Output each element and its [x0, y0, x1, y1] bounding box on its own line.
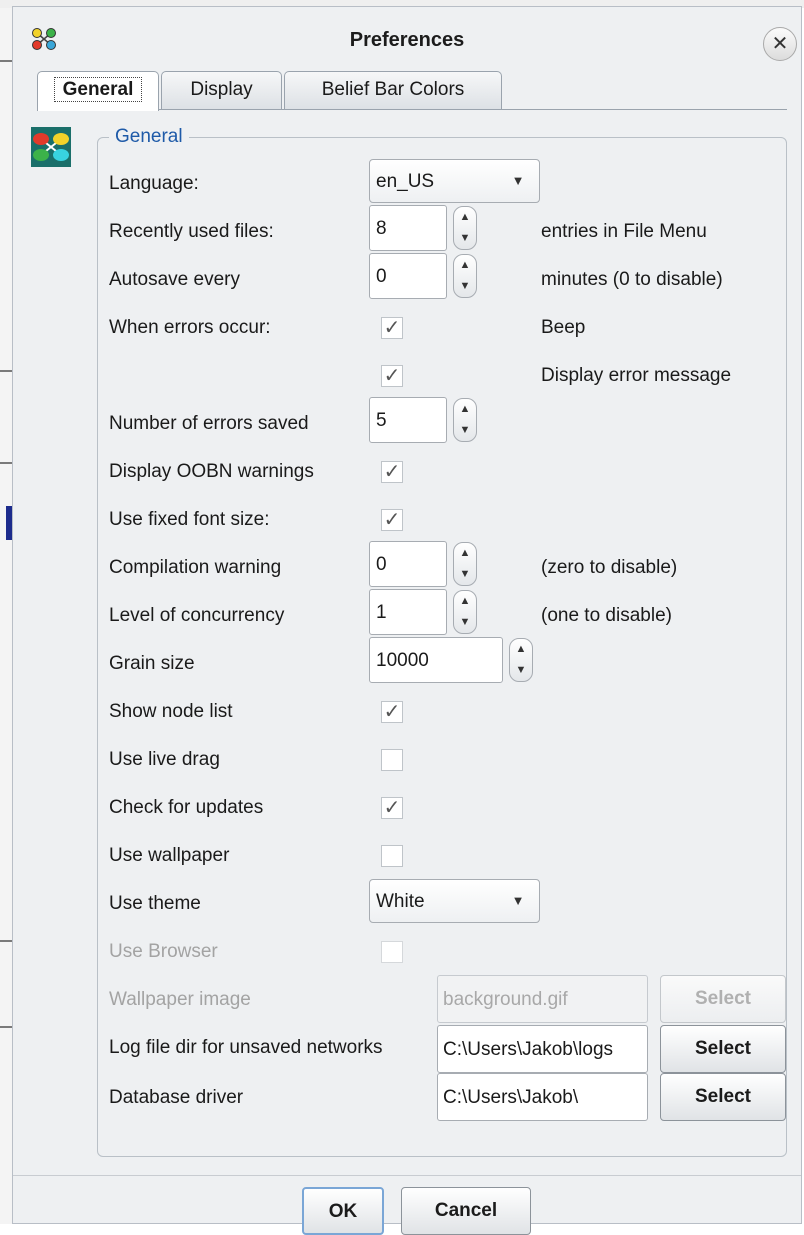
footer-divider: [13, 1175, 801, 1176]
chevron-down-icon: ▼: [511, 173, 525, 188]
recent-files-note: entries in File Menu: [541, 221, 707, 242]
errors-label: When errors occur:: [109, 317, 271, 338]
concurrency-note: (one to disable): [541, 605, 672, 626]
preferences-dialog: Preferences ✕ General Display Belief Bar…: [12, 6, 802, 1235]
spin-down-icon[interactable]: ▼: [454, 612, 476, 633]
checkmark-icon: ✓: [383, 365, 401, 387]
log-dir-field[interactable]: C:\Users\Jakob\logs: [437, 1025, 648, 1073]
spin-up-icon[interactable]: ▲: [454, 207, 476, 228]
spin-up-icon[interactable]: ▲: [454, 591, 476, 612]
spin-down-icon[interactable]: ▼: [454, 564, 476, 585]
concurrency-label: Level of concurrency: [109, 605, 285, 626]
tab-general[interactable]: General: [37, 71, 159, 111]
num-errors-input[interactable]: 5: [369, 397, 447, 443]
display-error-checkbox[interactable]: ✓: [381, 365, 403, 387]
node-list-checkbox[interactable]: ✓: [381, 701, 403, 723]
dialog-title: Preferences: [349, 29, 465, 51]
wallpaper-select-button[interactable]: Select: [660, 975, 786, 1023]
grain-size-spinner[interactable]: ▲ ▼: [509, 638, 533, 682]
spin-down-icon[interactable]: ▼: [454, 276, 476, 297]
checkmark-icon: ✓: [383, 509, 401, 531]
oobn-checkbox[interactable]: ✓: [381, 461, 403, 483]
close-icon: ✕: [771, 33, 789, 55]
language-label: Language:: [109, 173, 199, 194]
theme-label: Use theme: [109, 893, 201, 914]
log-dir-select-button[interactable]: Select: [660, 1025, 786, 1073]
live-drag-checkbox[interactable]: [381, 749, 403, 771]
wallpaper-image-field[interactable]: background.gif: [437, 975, 648, 1023]
db-driver-select-button[interactable]: Select: [660, 1073, 786, 1121]
checkmark-icon: ✓: [383, 317, 401, 339]
browser-label: Use Browser: [109, 941, 218, 962]
num-errors-label: Number of errors saved: [109, 413, 309, 434]
theme-select[interactable]: White ▼: [369, 879, 540, 923]
background-divider: [0, 370, 12, 372]
background-divider: [0, 940, 12, 942]
background-divider: [0, 60, 12, 62]
group-title: General: [109, 126, 189, 148]
updates-checkbox[interactable]: ✓: [381, 797, 403, 819]
autosave-label: Autosave every: [109, 269, 240, 290]
fixed-font-label: Use fixed font size:: [109, 509, 270, 530]
checkmark-icon: ✓: [383, 701, 401, 723]
wallpaper-label: Use wallpaper: [109, 845, 230, 866]
language-value: en_US: [376, 171, 435, 192]
spin-down-icon[interactable]: ▼: [510, 660, 532, 681]
background-divider: [0, 1026, 12, 1028]
title-bar[interactable]: Preferences ✕: [13, 7, 801, 65]
num-errors-spinner[interactable]: ▲ ▼: [453, 398, 477, 442]
browser-checkbox[interactable]: [381, 941, 403, 963]
wallpaper-checkbox[interactable]: [381, 845, 403, 867]
log-dir-label: Log file dir for unsaved networks: [109, 1037, 383, 1058]
autosave-spinner[interactable]: ▲ ▼: [453, 254, 477, 298]
spin-up-icon[interactable]: ▲: [454, 543, 476, 564]
tab-belief-bar-colors[interactable]: Belief Bar Colors: [284, 71, 502, 109]
display-error-label: Display error message: [541, 365, 732, 386]
compilation-input[interactable]: 0: [369, 541, 447, 587]
beep-label: Beep: [541, 317, 586, 338]
concurrency-spinner[interactable]: ▲ ▼: [453, 590, 477, 634]
updates-label: Check for updates: [109, 797, 264, 818]
oobn-label: Display OOBN warnings: [109, 461, 314, 482]
theme-value: White: [376, 891, 425, 912]
compilation-spinner[interactable]: ▲ ▼: [453, 542, 477, 586]
ok-button[interactable]: OK: [302, 1187, 384, 1235]
background-app-edge: [0, 0, 12, 1224]
compilation-label: Compilation warning: [109, 557, 282, 578]
live-drag-label: Use live drag: [109, 749, 220, 770]
spin-down-icon[interactable]: ▼: [454, 228, 476, 249]
spin-down-icon[interactable]: ▼: [454, 420, 476, 441]
checkmark-icon: ✓: [383, 797, 401, 819]
checkmark-icon: ✓: [383, 461, 401, 483]
recent-files-label: Recently used files:: [109, 221, 274, 242]
fixed-font-checkbox[interactable]: ✓: [381, 509, 403, 531]
network-nodes-icon: [31, 127, 71, 167]
recent-files-spinner[interactable]: ▲ ▼: [453, 206, 477, 250]
db-driver-label: Database driver: [109, 1087, 244, 1108]
wallpaper-image-label: Wallpaper image: [109, 989, 251, 1010]
autosave-input[interactable]: 0: [369, 253, 447, 299]
background-divider: [0, 462, 12, 464]
language-select[interactable]: en_US ▼: [369, 159, 540, 203]
spin-up-icon[interactable]: ▲: [510, 639, 532, 660]
grain-size-label: Grain size: [109, 653, 195, 674]
compilation-note: (zero to disable): [541, 557, 678, 578]
node-list-label: Show node list: [109, 701, 233, 722]
db-driver-field[interactable]: C:\Users\Jakob\: [437, 1073, 648, 1121]
chevron-down-icon: ▼: [511, 893, 525, 908]
concurrency-input[interactable]: 1: [369, 589, 447, 635]
spin-up-icon[interactable]: ▲: [454, 255, 476, 276]
grain-size-input[interactable]: 10000: [369, 637, 503, 683]
tab-display[interactable]: Display: [161, 71, 282, 109]
recent-files-input[interactable]: 8: [369, 205, 447, 251]
close-button[interactable]: ✕: [763, 27, 797, 61]
cancel-button[interactable]: Cancel: [401, 1187, 531, 1235]
spin-up-icon[interactable]: ▲: [454, 399, 476, 420]
autosave-note: minutes (0 to disable): [541, 269, 723, 290]
beep-checkbox[interactable]: ✓: [381, 317, 403, 339]
